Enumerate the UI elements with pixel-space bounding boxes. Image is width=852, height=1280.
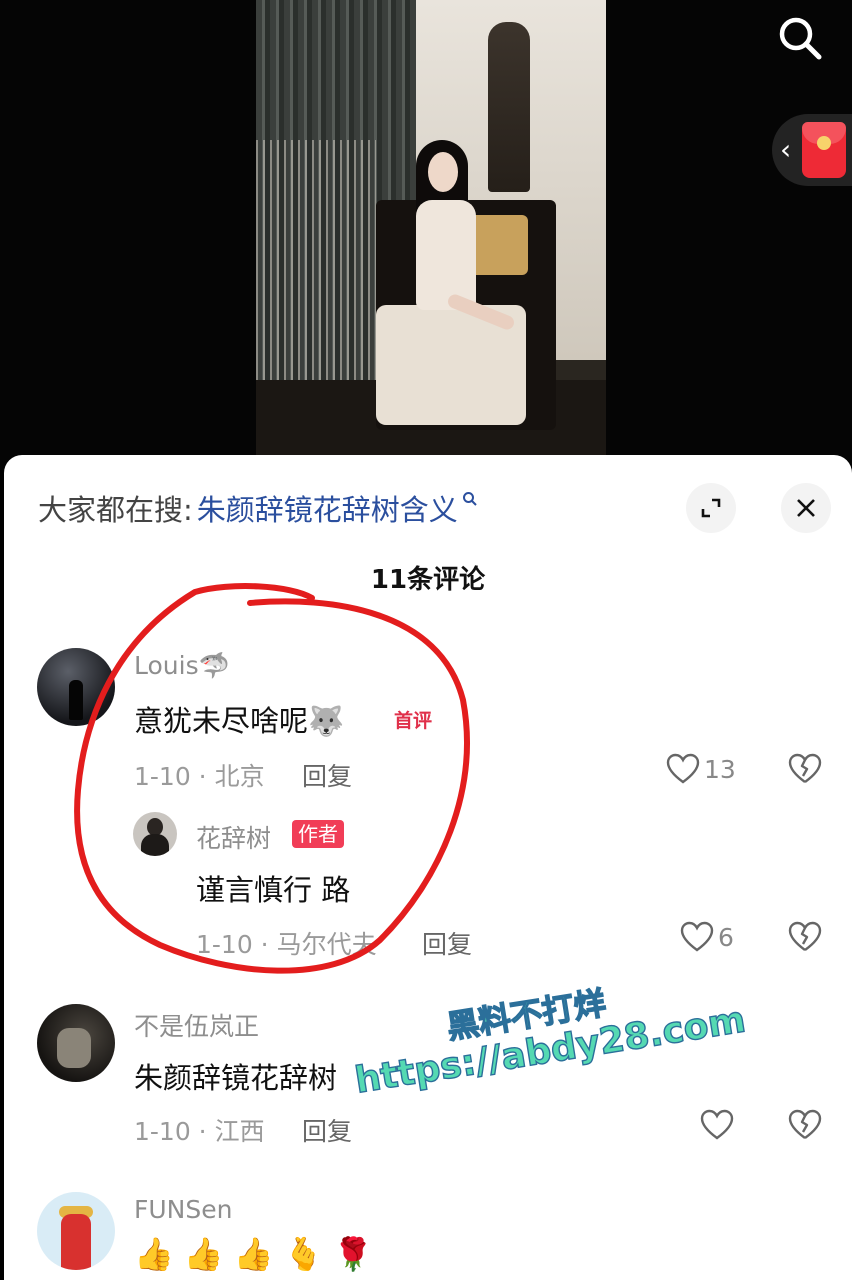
search-icon — [462, 488, 478, 512]
comment-username[interactable]: 不是伍岚正 — [134, 1007, 259, 1043]
like-count: 13 — [704, 754, 736, 784]
comment-text-emoji: 🐺 — [308, 704, 345, 738]
comment-meta: 1-10 · 北京 — [134, 762, 265, 791]
avatar[interactable] — [133, 812, 177, 856]
expand-icon — [701, 498, 721, 518]
avatar[interactable] — [37, 648, 115, 726]
comment-username[interactable]: Louis🦈 — [134, 651, 230, 681]
heart-icon — [700, 1109, 734, 1140]
broken-heart-icon — [788, 753, 822, 783]
comment-emoji-row: 👍 👍 👍 🫰 🌹 — [134, 1235, 373, 1273]
comment-text: 意犹未尽啥呢🐺 — [134, 698, 344, 740]
like-button[interactable] — [700, 1109, 738, 1141]
reply-button[interactable]: 回复 — [302, 1112, 352, 1148]
comment-count: 11条评论 — [370, 565, 486, 595]
comment-text-body: 意犹未尽啥呢 — [134, 704, 309, 738]
comment-text: 朱颜辞镜花辞树 — [134, 1061, 338, 1095]
comment-panel: 大家都在搜: 朱颜辞镜花辞树含义 11条评论 Louis🦈 意犹未尽啥呢🐺 首评… — [4, 455, 852, 1280]
suggested-search-query[interactable]: 朱颜辞镜花辞树含义 — [197, 487, 458, 529]
username-emoji: 🦈 — [198, 651, 230, 680]
reply-button[interactable]: 回复 — [422, 925, 472, 961]
like-count: 6 — [718, 922, 734, 952]
author-badge: 作者 — [292, 820, 344, 848]
avatar[interactable] — [37, 1004, 115, 1082]
dislike-button[interactable] — [788, 753, 822, 789]
rose-emoji: 🌹 — [333, 1235, 374, 1273]
suggested-search[interactable]: 大家都在搜: 朱颜辞镜花辞树含义 — [38, 485, 478, 531]
first-comment-badge: 首评 — [394, 710, 433, 732]
username-text: Louis — [134, 651, 199, 680]
video-frame — [256, 0, 606, 470]
broken-heart-icon — [788, 1109, 822, 1139]
reply-meta: 1-10 · 马尔代夫 — [196, 930, 377, 959]
reply-text: 谨言慎行 路 — [196, 873, 351, 907]
avatar[interactable] — [37, 1192, 115, 1270]
expand-button[interactable] — [686, 483, 736, 533]
heart-icon — [680, 921, 714, 952]
red-envelope-button[interactable]: ‹ — [772, 114, 852, 186]
person-figure — [406, 140, 517, 332]
dislike-button[interactable] — [788, 921, 822, 957]
reply-username[interactable]: 花辞树 — [196, 819, 271, 855]
thumbs-up-emoji: 👍 — [233, 1235, 274, 1273]
comment-username[interactable]: FUNSen — [134, 1195, 232, 1224]
search-button[interactable] — [770, 8, 830, 68]
chevron-left-icon: ‹ — [780, 133, 792, 166]
red-envelope-icon — [802, 122, 846, 178]
close-icon — [797, 499, 815, 517]
search-icon — [779, 17, 822, 60]
heart-icon — [666, 753, 700, 784]
broken-heart-icon — [788, 921, 822, 951]
thumbs-up-emoji: 👍 — [134, 1235, 174, 1273]
video-player[interactable]: ‹ — [0, 0, 852, 470]
suggested-search-prefix: 大家都在搜: — [38, 493, 193, 527]
dislike-button[interactable] — [788, 1109, 822, 1145]
like-button[interactable]: 13 — [666, 753, 736, 785]
comment-meta: 1-10 · 江西 — [134, 1117, 265, 1146]
close-button[interactable] — [781, 483, 831, 533]
thumbs-up-emoji: 👍 — [183, 1235, 224, 1273]
finger-heart-emoji: 🫰 — [283, 1235, 324, 1273]
like-button[interactable]: 6 — [680, 921, 734, 953]
reply-button[interactable]: 回复 — [302, 757, 352, 793]
